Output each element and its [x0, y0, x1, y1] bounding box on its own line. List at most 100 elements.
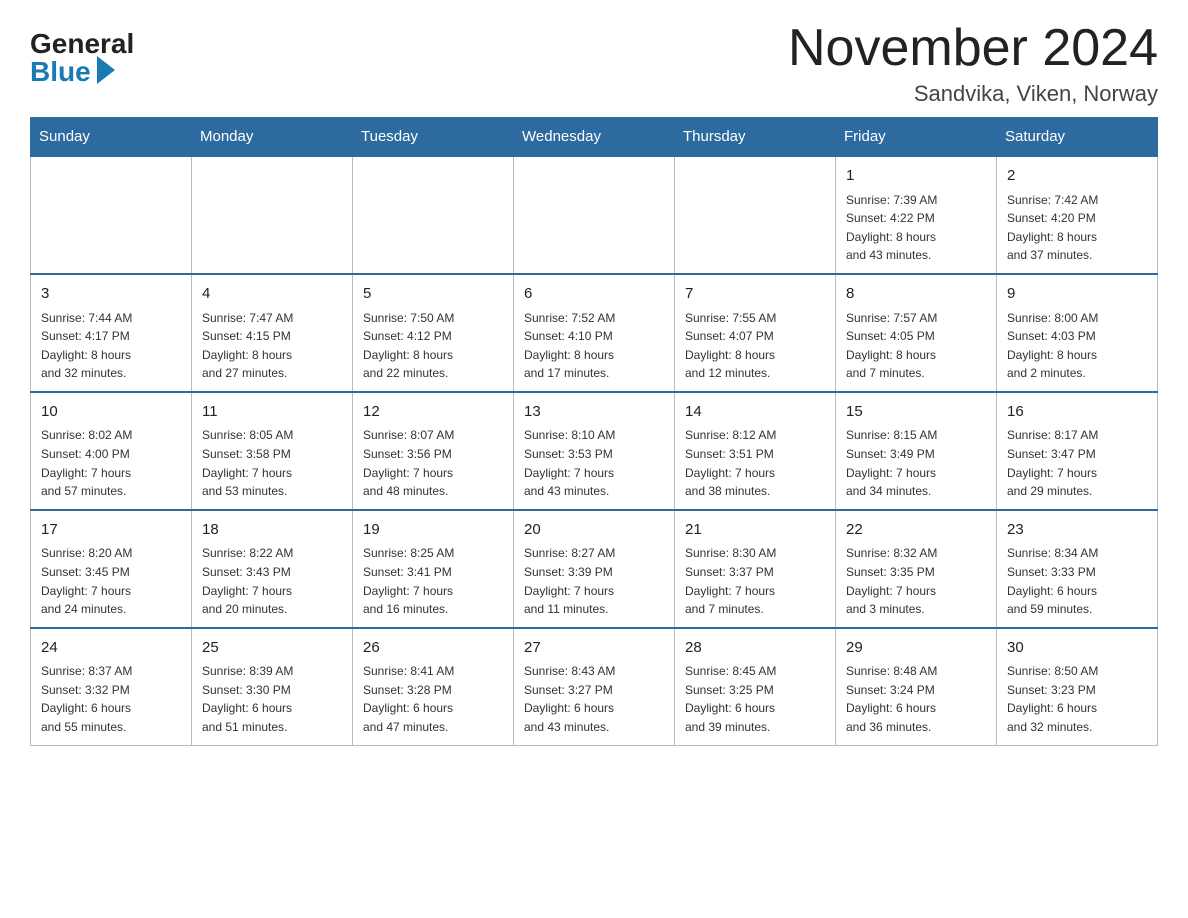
weekday-header-thursday: Thursday: [675, 118, 836, 157]
weekday-header-monday: Monday: [192, 118, 353, 157]
day-number: 10: [41, 401, 183, 424]
day-info: Sunrise: 8:25 AMSunset: 3:41 PMDaylight:…: [363, 546, 454, 616]
calendar-cell: 20 Sunrise: 8:27 AMSunset: 3:39 PMDayligh…: [514, 510, 675, 628]
calendar-cell: 19 Sunrise: 8:25 AMSunset: 3:41 PMDayligh…: [353, 510, 514, 628]
calendar-week-row: 10Sunrise: 8:02 AMSunset: 4:00 PMDayligh…: [31, 392, 1158, 510]
weekday-header-tuesday: Tuesday: [353, 118, 514, 157]
calendar-week-row: 1 Sunrise: 7:39 AMSunset: 4:22 PMDaylight…: [31, 156, 1158, 274]
calendar-cell: 2Sunrise: 7:42 AMSunset: 4:20 PMDaylight…: [997, 156, 1158, 274]
day-info: Sunrise: 7:44 AMSunset: 4:17 PMDaylight:…: [41, 311, 132, 381]
calendar-cell: 21Sunrise: 8:30 AMSunset: 3:37 PMDayligh…: [675, 510, 836, 628]
calendar-cell: [192, 156, 353, 274]
calendar-cell: 8 Sunrise: 7:57 AMSunset: 4:05 PMDaylight…: [836, 274, 997, 392]
day-number: 16: [1007, 401, 1149, 424]
calendar-header-row: SundayMondayTuesdayWednesdayThursdayFrid…: [31, 118, 1158, 157]
page-header: General Blue November 2024 Sandvika, Vik…: [30, 20, 1158, 107]
day-info: Sunrise: 8:15 AMSunset: 3:49 PMDaylight:…: [846, 428, 937, 498]
day-info: Sunrise: 8:37 AMSunset: 3:32 PMDaylight:…: [41, 664, 132, 734]
calendar-cell: [675, 156, 836, 274]
day-info: Sunrise: 7:50 AMSunset: 4:12 PMDaylight:…: [363, 311, 454, 381]
calendar-cell: 4 Sunrise: 7:47 AMSunset: 4:15 PMDaylight…: [192, 274, 353, 392]
calendar-cell: 14 Sunrise: 8:12 AMSunset: 3:51 PMDayligh…: [675, 392, 836, 510]
day-info: Sunrise: 8:32 AMSunset: 3:35 PMDaylight:…: [846, 546, 937, 616]
day-number: 4: [202, 283, 344, 306]
calendar-cell: 28Sunrise: 8:45 AMSunset: 3:25 PMDayligh…: [675, 628, 836, 745]
day-number: 26: [363, 637, 505, 660]
day-number: 22: [846, 519, 988, 542]
day-info: Sunrise: 8:39 AMSunset: 3:30 PMDaylight:…: [202, 664, 293, 734]
day-info: Sunrise: 8:07 AMSunset: 3:56 PMDaylight:…: [363, 428, 454, 498]
day-number: 1: [846, 165, 988, 188]
logo-general-text: General: [30, 30, 134, 58]
day-info: Sunrise: 7:57 AMSunset: 4:05 PMDaylight:…: [846, 311, 937, 381]
day-info: Sunrise: 8:27 AMSunset: 3:39 PMDaylight:…: [524, 546, 615, 616]
day-info: Sunrise: 8:50 AMSunset: 3:23 PMDaylight:…: [1007, 664, 1098, 734]
calendar-cell: 17 Sunrise: 8:20 AMSunset: 3:45 PMDayligh…: [31, 510, 192, 628]
day-number: 14: [685, 401, 827, 424]
day-number: 9: [1007, 283, 1149, 306]
day-number: 2: [1007, 165, 1149, 188]
day-info: Sunrise: 8:17 AMSunset: 3:47 PMDaylight:…: [1007, 428, 1098, 498]
day-info: Sunrise: 7:47 AMSunset: 4:15 PMDaylight:…: [202, 311, 293, 381]
calendar-cell: 30 Sunrise: 8:50 AMSunset: 3:23 PMDayligh…: [997, 628, 1158, 745]
day-number: 29: [846, 637, 988, 660]
month-title: November 2024: [788, 20, 1158, 77]
calendar-cell: [514, 156, 675, 274]
day-info: Sunrise: 8:20 AMSunset: 3:45 PMDaylight:…: [41, 546, 132, 616]
calendar-cell: 9 Sunrise: 8:00 AMSunset: 4:03 PMDaylight…: [997, 274, 1158, 392]
day-info: Sunrise: 8:43 AMSunset: 3:27 PMDaylight:…: [524, 664, 615, 734]
day-number: 28: [685, 637, 827, 660]
day-info: Sunrise: 8:05 AMSunset: 3:58 PMDaylight:…: [202, 428, 293, 498]
calendar-cell: 25 Sunrise: 8:39 AMSunset: 3:30 PMDayligh…: [192, 628, 353, 745]
calendar-cell: 16 Sunrise: 8:17 AMSunset: 3:47 PMDayligh…: [997, 392, 1158, 510]
day-number: 21: [685, 519, 827, 542]
calendar-cell: 5 Sunrise: 7:50 AMSunset: 4:12 PMDaylight…: [353, 274, 514, 392]
calendar-cell: 12 Sunrise: 8:07 AMSunset: 3:56 PMDayligh…: [353, 392, 514, 510]
day-number: 25: [202, 637, 344, 660]
calendar-week-row: 24 Sunrise: 8:37 AMSunset: 3:32 PMDayligh…: [31, 628, 1158, 745]
calendar-cell: 27Sunrise: 8:43 AMSunset: 3:27 PMDayligh…: [514, 628, 675, 745]
day-info: Sunrise: 7:39 AMSunset: 4:22 PMDaylight:…: [846, 193, 937, 263]
day-number: 6: [524, 283, 666, 306]
calendar-week-row: 17 Sunrise: 8:20 AMSunset: 3:45 PMDayligh…: [31, 510, 1158, 628]
calendar-table: SundayMondayTuesdayWednesdayThursdayFrid…: [30, 117, 1158, 745]
day-number: 8: [846, 283, 988, 306]
calendar-cell: 24 Sunrise: 8:37 AMSunset: 3:32 PMDayligh…: [31, 628, 192, 745]
logo-blue-text: Blue: [30, 58, 115, 86]
day-number: 18: [202, 519, 344, 542]
day-number: 23: [1007, 519, 1149, 542]
day-number: 24: [41, 637, 183, 660]
calendar-cell: 26Sunrise: 8:41 AMSunset: 3:28 PMDayligh…: [353, 628, 514, 745]
day-number: 13: [524, 401, 666, 424]
logo: General Blue: [30, 20, 134, 86]
calendar-cell: 22 Sunrise: 8:32 AMSunset: 3:35 PMDayligh…: [836, 510, 997, 628]
day-number: 17: [41, 519, 183, 542]
day-info: Sunrise: 8:34 AMSunset: 3:33 PMDaylight:…: [1007, 546, 1098, 616]
calendar-cell: [31, 156, 192, 274]
weekday-header-wednesday: Wednesday: [514, 118, 675, 157]
day-number: 7: [685, 283, 827, 306]
calendar-cell: 7 Sunrise: 7:55 AMSunset: 4:07 PMDaylight…: [675, 274, 836, 392]
day-info: Sunrise: 8:22 AMSunset: 3:43 PMDaylight:…: [202, 546, 293, 616]
day-number: 19: [363, 519, 505, 542]
logo-arrow-icon: [97, 56, 115, 84]
calendar-cell: 10Sunrise: 8:02 AMSunset: 4:00 PMDayligh…: [31, 392, 192, 510]
location-text: Sandvika, Viken, Norway: [788, 81, 1158, 107]
day-info: Sunrise: 8:12 AMSunset: 3:51 PMDaylight:…: [685, 428, 776, 498]
title-section: November 2024 Sandvika, Viken, Norway: [788, 20, 1158, 107]
day-info: Sunrise: 7:55 AMSunset: 4:07 PMDaylight:…: [685, 311, 776, 381]
calendar-cell: 1 Sunrise: 7:39 AMSunset: 4:22 PMDaylight…: [836, 156, 997, 274]
calendar-cell: 11Sunrise: 8:05 AMSunset: 3:58 PMDayligh…: [192, 392, 353, 510]
day-info: Sunrise: 8:10 AMSunset: 3:53 PMDaylight:…: [524, 428, 615, 498]
day-number: 12: [363, 401, 505, 424]
day-number: 20: [524, 519, 666, 542]
calendar-cell: 23 Sunrise: 8:34 AMSunset: 3:33 PMDayligh…: [997, 510, 1158, 628]
weekday-header-sunday: Sunday: [31, 118, 192, 157]
day-number: 30: [1007, 637, 1149, 660]
calendar-cell: 15 Sunrise: 8:15 AMSunset: 3:49 PMDayligh…: [836, 392, 997, 510]
day-info: Sunrise: 8:00 AMSunset: 4:03 PMDaylight:…: [1007, 311, 1098, 381]
calendar-cell: 13 Sunrise: 8:10 AMSunset: 3:53 PMDayligh…: [514, 392, 675, 510]
day-number: 5: [363, 283, 505, 306]
day-number: 15: [846, 401, 988, 424]
calendar-week-row: 3Sunrise: 7:44 AMSunset: 4:17 PMDaylight…: [31, 274, 1158, 392]
